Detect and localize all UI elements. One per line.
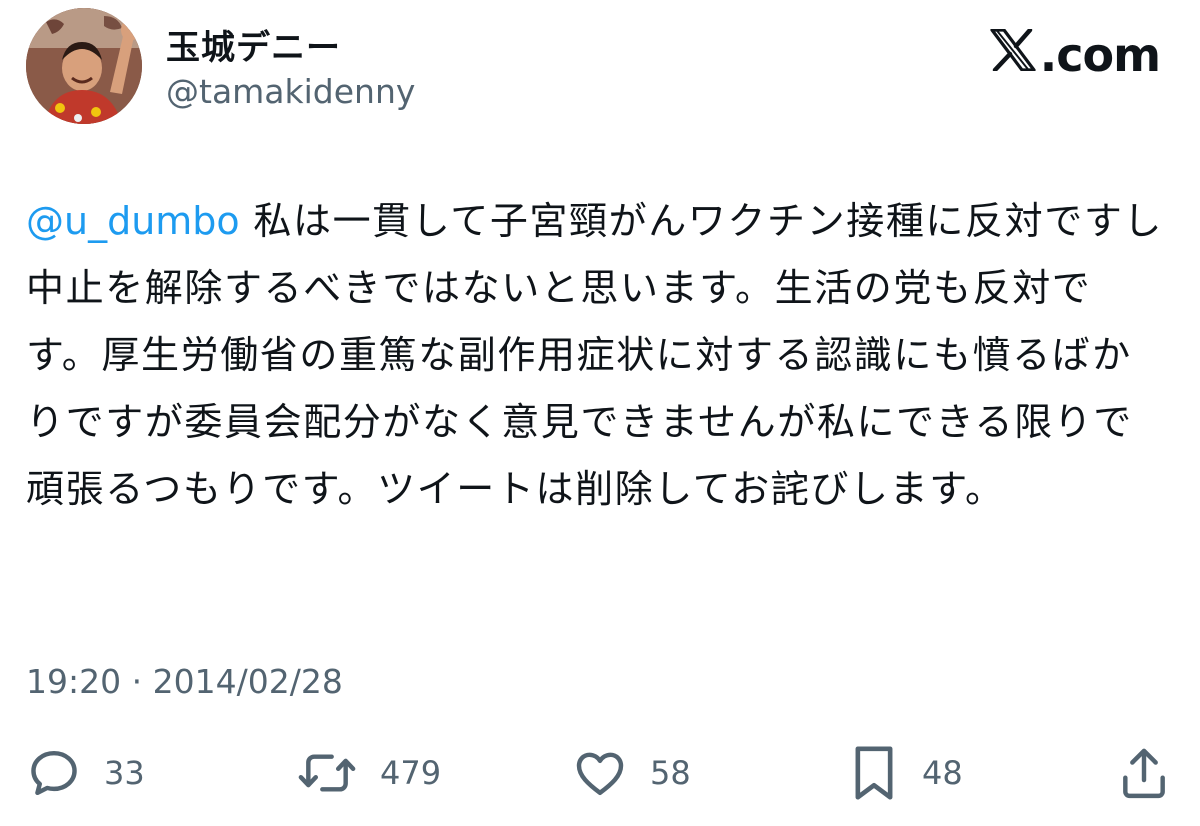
author-info: 玉城デニー @tamakidenny: [166, 26, 415, 114]
x-logo[interactable]: .com: [990, 27, 1161, 82]
tweet-card: 玉城デニー @tamakidenny .com @u_dumbo 私は一貫して子…: [0, 0, 1200, 826]
tweet-time[interactable]: 19:20: [26, 662, 121, 701]
avatar-photo: [26, 8, 142, 124]
reply-icon: [26, 745, 82, 801]
x-logo-text: .com: [1039, 28, 1161, 82]
retweet-count: 479: [380, 754, 442, 792]
tweet-text: @u_dumbo 私は一貫して子宮頸がんワクチン接種に反対ですし中止を解除するべ…: [26, 188, 1166, 523]
retweet-icon: [296, 745, 358, 801]
meta-separator: ·: [131, 662, 143, 701]
bookmark-count: 48: [922, 754, 963, 792]
tweet-timestamp: 19:20 · 2014/02/28: [26, 658, 343, 706]
like-button[interactable]: 58: [572, 738, 691, 808]
reply-count: 33: [104, 754, 145, 792]
author-display-name[interactable]: 玉城デニー: [166, 26, 415, 70]
avatar[interactable]: [26, 8, 142, 124]
author-handle[interactable]: @tamakidenny: [166, 70, 415, 114]
heart-icon: [572, 745, 628, 801]
action-bar: 33 479 58 48: [26, 738, 1176, 808]
like-count: 58: [650, 754, 691, 792]
share-icon: [1118, 745, 1170, 801]
tweet-body: 私は一貫して子宮頸がんワクチン接種に反対ですし中止を解除するべきではないと思いま…: [26, 199, 1164, 511]
x-logo-icon: [990, 27, 1036, 82]
tweet-header: 玉城デニー @tamakidenny .com: [26, 8, 1176, 132]
bookmark-button[interactable]: 48: [848, 738, 963, 808]
bookmark-icon: [848, 743, 900, 803]
tweet-date[interactable]: 2014/02/28: [153, 662, 343, 701]
reply-button[interactable]: 33: [26, 738, 145, 808]
share-button[interactable]: [1118, 738, 1170, 808]
mention-link[interactable]: @u_dumbo: [26, 199, 240, 243]
retweet-button[interactable]: 479: [296, 738, 441, 808]
